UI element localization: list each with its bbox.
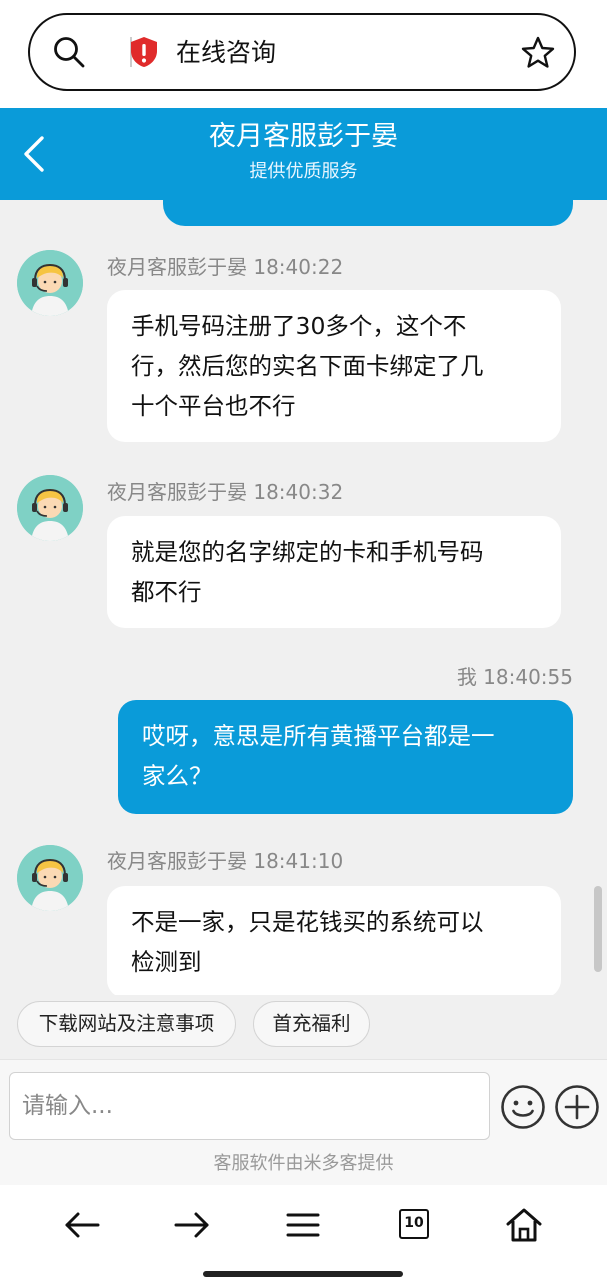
message-bubble[interactable]: 就是您的名字绑定的卡和手机号码 都不行	[107, 516, 561, 628]
agent-avatar[interactable]	[17, 845, 83, 911]
quick-replies: 下载网站及注意事项 首充福利	[0, 995, 607, 1059]
quick-reply-download[interactable]: 下载网站及注意事项	[17, 1001, 236, 1047]
message-time: 18:40:55	[483, 665, 573, 689]
message-line: 家么？	[142, 762, 213, 790]
message-time: 18:40:32	[253, 480, 344, 504]
message-line: 哎呀，意思是所有黄播平台都是一	[142, 722, 495, 750]
message-meta: 我 18:40:55	[457, 663, 573, 691]
message-meta: 夜月客服彭于晏 18:41:10	[107, 847, 343, 875]
scrollbar[interactable]	[594, 886, 602, 972]
home-icon[interactable]	[500, 1201, 548, 1249]
tab-count: 10	[399, 1209, 429, 1239]
agent-avatar-icon	[17, 250, 83, 316]
sender-name: 夜月客服彭于晏	[107, 255, 247, 279]
smile-icon[interactable]	[500, 1084, 546, 1130]
agent-avatar-icon	[17, 475, 83, 541]
tabs-icon[interactable]: 10	[390, 1201, 438, 1249]
search-icon[interactable]	[52, 35, 86, 69]
agent-avatar-icon	[17, 845, 83, 911]
shield-alert-icon[interactable]	[128, 35, 160, 69]
message-line: 不是一家，只是花钱买的系统可以	[131, 908, 484, 936]
message-input[interactable]	[9, 1072, 490, 1140]
message-bubble[interactable]: 不是一家，只是花钱买的系统可以 检测到	[107, 886, 561, 995]
browser-nav-bar: 10	[0, 1185, 607, 1280]
arrow-right-icon[interactable]	[168, 1201, 216, 1249]
url-box[interactable]: 在线咨询	[28, 13, 576, 91]
plus-circle-icon[interactable]	[554, 1084, 600, 1130]
agent-avatar[interactable]	[17, 250, 83, 316]
browser-address-bar: 在线咨询	[0, 0, 607, 108]
message-bubble[interactable]: 手机号码注册了30多个，这个不 行，然后您的实名下面卡绑定了几 十个平台也不行	[107, 290, 561, 442]
message-meta: 夜月客服彭于晏 18:40:32	[107, 478, 343, 506]
quick-reply-bonus[interactable]: 首充福利	[253, 1001, 370, 1047]
menu-icon[interactable]	[279, 1201, 327, 1249]
message-line: 都不行	[131, 578, 202, 606]
message-line: 十个平台也不行	[131, 392, 296, 420]
message-list[interactable]: 夜月客服彭于晏 18:40:22 手机号码注册了30多个，这个不 行，然后您的实…	[0, 200, 607, 995]
arrow-left-icon[interactable]	[58, 1201, 106, 1249]
sender-name: 我	[456, 665, 477, 689]
url-title[interactable]: 在线咨询	[176, 35, 276, 71]
message-line: 手机号码注册了30多个，这个不	[131, 312, 467, 340]
chat-title: 夜月客服彭于晏	[209, 121, 398, 152]
input-bar: 客服软件由米多客提供	[0, 1059, 607, 1186]
star-icon[interactable]	[520, 35, 556, 71]
message-time: 18:40:22	[253, 255, 344, 279]
sender-name: 夜月客服彭于晏	[107, 480, 247, 504]
my-message-bubble[interactable]: 哎呀，意思是所有黄播平台都是一 家么？	[118, 700, 573, 814]
home-indicator	[203, 1271, 403, 1277]
message-time: 18:41:10	[253, 849, 344, 873]
message-line: 检测到	[131, 948, 202, 976]
message-line: 行，然后您的实名下面卡绑定了几	[131, 352, 484, 380]
message-line: 就是您的名字绑定的卡和手机号码	[131, 538, 484, 566]
agent-avatar[interactable]	[17, 475, 83, 541]
sender-name: 夜月客服彭于晏	[107, 849, 247, 873]
chat-header: 夜月客服彭于晏 提供优质服务	[0, 108, 607, 226]
message-meta: 夜月客服彭于晏 18:40:22	[107, 253, 343, 281]
powered-by: 客服软件由米多客提供	[213, 1153, 394, 1174]
chat-subtitle: 提供优质服务	[249, 161, 358, 182]
